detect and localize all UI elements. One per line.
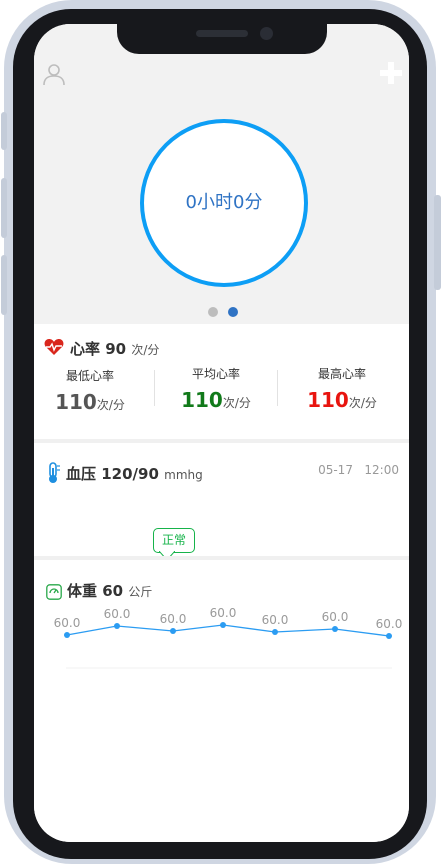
heart-rate-card[interactable]: 心率 90 次/分 最低心率 110次/分 平均心率 110次/分 最高心率 1… (34, 324, 409, 439)
weight-data-label: 60.0 (210, 606, 237, 620)
mute-switch (1, 112, 7, 150)
blood-pressure-date: 05-17 (318, 463, 353, 477)
min-heart-rate: 最低心率 110次/分 (48, 367, 132, 414)
weight-title: 体重 60 公斤 (67, 580, 152, 601)
phone-notch (117, 24, 327, 54)
sleep-duration-ring[interactable]: 0小时0分 (140, 119, 308, 287)
min-heart-rate-unit: 次/分 (96, 398, 125, 412)
weight-unit: 公斤 (128, 585, 153, 599)
avg-heart-rate: 平均心率 110次/分 (174, 365, 258, 412)
weight-data-label: 60.0 (104, 607, 131, 621)
front-camera (260, 27, 273, 40)
thermometer-icon (49, 462, 60, 483)
weight-data-label: 60.0 (376, 617, 403, 631)
user-icon[interactable] (42, 62, 66, 86)
plus-icon[interactable] (380, 62, 402, 84)
blood-pressure-value: 120/90 (101, 465, 159, 483)
blood-pressure-unit: mmhg (164, 468, 203, 482)
speaker-grille (196, 30, 248, 37)
page-dot-2[interactable] (228, 307, 238, 317)
weight-data-point[interactable] (64, 632, 70, 638)
column-divider (154, 370, 155, 406)
sleep-duration-text: 0小时0分 (185, 192, 263, 213)
weight-card[interactable]: 体重 60 公斤 60.0 60.0 60.0 60.0 60.0 60.0 60.0 (34, 560, 409, 842)
max-heart-rate-unit: 次/分 (348, 396, 377, 410)
min-heart-rate-label: 最低心率 (65, 369, 114, 383)
weight-data-point[interactable] (332, 626, 338, 632)
weight-data-label: 60.0 (160, 612, 187, 626)
heart-rate-title: 心率 90 次/分 (70, 338, 159, 359)
weight-data-point[interactable] (272, 629, 278, 635)
heart-rate-value: 90 (105, 340, 127, 358)
weight-data-point[interactable] (220, 622, 226, 628)
max-heart-rate-label: 最高心率 (317, 367, 366, 381)
scale-icon (46, 584, 62, 600)
weight-line-chart: 60.0 60.0 60.0 60.0 60.0 60.0 60.0 (34, 600, 409, 700)
page-indicator (208, 302, 248, 317)
weight-chart-svg: 60.0 60.0 60.0 60.0 60.0 60.0 60.0 (54, 606, 403, 669)
weight-data-label: 60.0 (322, 610, 349, 624)
avg-heart-rate-value: 110 (181, 388, 223, 412)
page-dot-1[interactable] (208, 307, 218, 317)
weight-data-label: 60.0 (262, 613, 289, 627)
weight-data-point[interactable] (386, 633, 392, 639)
sleep-summary-panel: 0小时0分 (34, 24, 409, 324)
blood-pressure-title: 血压 120/90 mmhg (66, 463, 203, 484)
blood-pressure-card[interactable]: 血压 120/90 mmhg 05-17 12:00 (34, 443, 409, 556)
blood-pressure-timestamp: 05-17 12:00 (318, 463, 399, 477)
app-screen: 0小时0分 心率 90 次/分 最低心率 110次/分 平均心率 110次/分 (34, 24, 409, 842)
volume-down-button (1, 255, 7, 315)
avg-heart-rate-unit: 次/分 (222, 396, 251, 410)
weight-data-point[interactable] (114, 623, 120, 629)
blood-pressure-time: 12:00 (364, 463, 399, 477)
heart-pulse-icon (44, 339, 64, 355)
column-divider (277, 370, 278, 406)
min-heart-rate-value: 110 (55, 390, 97, 414)
blood-pressure-label: 血压 (66, 465, 97, 483)
heart-rate-label: 心率 (70, 340, 101, 358)
power-button (434, 195, 441, 290)
weight-label: 体重 (67, 582, 98, 600)
heart-rate-unit: 次/分 (131, 343, 160, 357)
blood-pressure-status-badge: 正常 (153, 528, 195, 553)
max-heart-rate-value: 110 (307, 388, 349, 412)
blood-pressure-status: 正常 (161, 533, 186, 547)
max-heart-rate: 最高心率 110次/分 (300, 365, 384, 412)
avg-heart-rate-label: 平均心率 (191, 367, 240, 381)
weight-data-label: 60.0 (54, 616, 81, 630)
volume-up-button (1, 178, 7, 238)
weight-value: 60 (102, 582, 124, 600)
weight-data-point[interactable] (170, 628, 176, 634)
